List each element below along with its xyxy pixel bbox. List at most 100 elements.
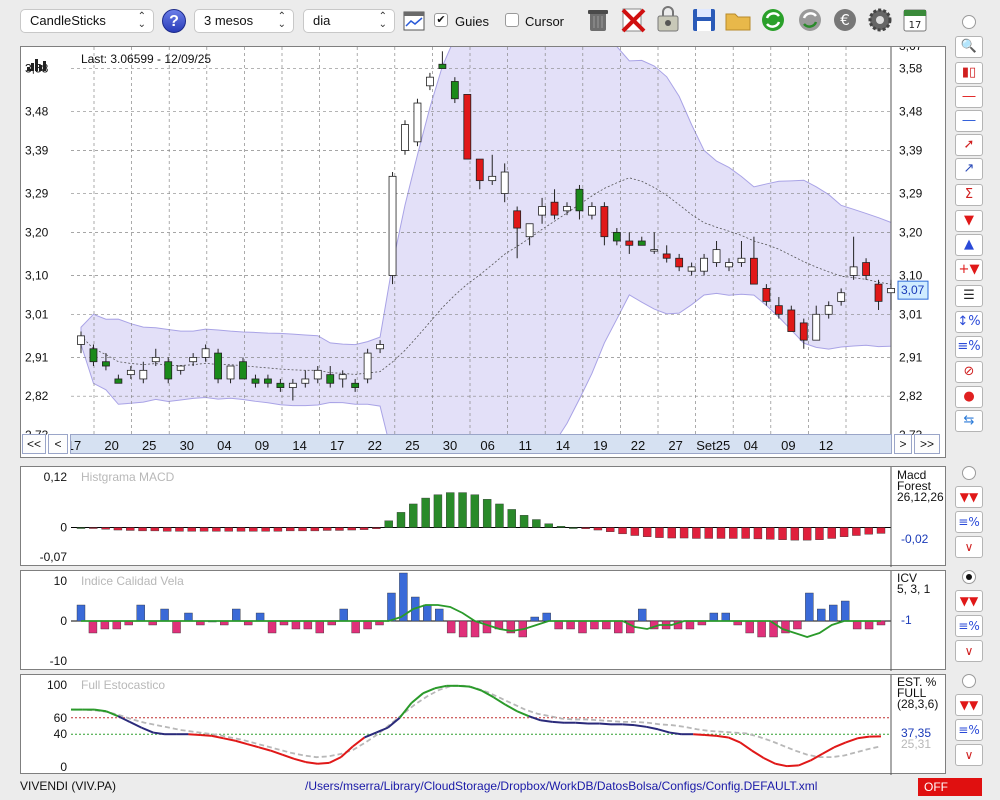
macd-bar	[655, 527, 664, 538]
nav-first-button[interactable]: <<	[22, 434, 46, 454]
interval-select[interactable]: dia ⌃ ⌄	[303, 9, 395, 33]
nav-prev-button[interactable]: <	[48, 434, 68, 454]
channel-icon: ↗	[963, 161, 975, 176]
macd-title: Histgrama MACD	[81, 470, 175, 484]
macd-add-remove-arrows-button[interactable]: ▼▼	[955, 486, 983, 508]
bars-button[interactable]: ▮▯	[955, 62, 983, 84]
add-arrows-button[interactable]: +▼	[955, 259, 983, 281]
cloud-refresh-icon[interactable]	[796, 6, 824, 34]
macd-bar	[458, 492, 467, 528]
price-panel: 3,583,583,483,483,393,393,293,293,203,20…	[20, 46, 946, 458]
candle-body	[538, 206, 546, 216]
add-remove-arrows-icon: ▼▼	[959, 490, 979, 504]
horizontal-line-blue-button[interactable]: ―	[955, 110, 983, 132]
log-percent-button[interactable]: ≡%	[955, 336, 983, 358]
bars-icon-bar	[31, 63, 34, 71]
trendline-button[interactable]: ➚	[955, 134, 983, 156]
save-icon[interactable]	[690, 6, 718, 34]
price-chart[interactable]: 3,583,583,483,483,393,393,293,293,203,20…	[21, 47, 947, 435]
arrow-up-blue-button[interactable]: ▲	[955, 234, 983, 256]
icv-curve-button[interactable]: ∨	[955, 640, 983, 662]
indicator-params: 26,12,26	[897, 490, 944, 504]
zoom-button[interactable]: 🔍	[955, 36, 983, 58]
icv-bar	[840, 600, 850, 622]
no-button[interactable]: ⊘	[955, 361, 983, 383]
arrow-down-red-button[interactable]: ▼	[955, 210, 983, 232]
macd-bar	[76, 527, 86, 529]
scale-percent-button[interactable]: ↕%	[955, 311, 983, 333]
help-button[interactable]: ?	[162, 9, 186, 33]
macd-bar	[778, 527, 787, 540]
x-axis-label: 06	[480, 438, 494, 453]
macd-curve-button[interactable]: ∨	[955, 536, 983, 558]
y-axis-label-left: 2,82	[25, 389, 49, 403]
stochastic-k-segment	[223, 737, 236, 742]
stochastic-curve-button[interactable]: ∨	[955, 744, 983, 766]
refresh-icon[interactable]	[759, 6, 787, 34]
icv-bar	[112, 620, 122, 630]
stochastic-k-segment	[540, 719, 553, 723]
macd-bar	[593, 527, 603, 531]
currency-icon[interactable]: €	[831, 6, 859, 34]
nav-next-button[interactable]: >	[894, 434, 912, 454]
candle-body	[114, 378, 123, 384]
icv-bar	[685, 620, 695, 630]
panel-radio-icv[interactable]	[962, 570, 976, 584]
y-axis-label-right: 2,82	[899, 389, 923, 403]
icv-add-remove-arrows-button[interactable]: ▼▼	[955, 590, 983, 612]
stochastic-k-segment	[528, 715, 541, 722]
candle-body	[189, 356, 198, 363]
guides-checkbox[interactable]: ✔	[434, 13, 448, 27]
config-path-link[interactable]: /Users/mserra/Library/CloudStorage/Dropb…	[305, 779, 817, 793]
curve-icon: ∨	[964, 748, 974, 762]
macd-chart[interactable]: 0,120-0,07Histgrama MACD MacdForest26,12,…	[21, 467, 947, 567]
settings-icon[interactable]	[866, 6, 894, 34]
fibonacci-button[interactable]: Σ	[955, 184, 983, 206]
trash-icon[interactable]	[584, 6, 612, 34]
macd-percent-lines-button[interactable]: ≡%	[955, 511, 983, 533]
cursor-checkbox[interactable]	[505, 13, 519, 27]
candle-body	[301, 378, 310, 384]
record-button[interactable]: ●	[955, 386, 983, 408]
stochastic-k-segment	[458, 684, 471, 688]
stochastic-add-remove-arrows-button[interactable]: ▼▼	[955, 694, 983, 716]
stochastic-chart[interactable]: 10060400Full Estocastico EST. %FULL(28,3,…	[21, 675, 947, 775]
stochastic-k-segment	[387, 717, 401, 729]
panel-radio-stochastic[interactable]	[962, 674, 976, 688]
macd-bar	[236, 527, 246, 532]
symbol-label: VIVENDI (VIV.PA)	[20, 779, 117, 793]
candle-body	[575, 188, 584, 212]
grid-lines-button[interactable]: ☰	[955, 285, 983, 307]
sync-button[interactable]: ⇆	[955, 410, 983, 432]
chart-window-icon[interactable]	[403, 10, 425, 32]
folder-icon[interactable]	[724, 6, 752, 34]
bollinger-band	[80, 47, 892, 435]
icv-y-label: -10	[50, 654, 68, 668]
chart-type-select[interactable]: CandleSticks ⌃ ⌄	[20, 9, 154, 33]
horizontal-line-red-button[interactable]: ―	[955, 86, 983, 108]
icv-current-value: -1	[901, 613, 912, 627]
channel-button[interactable]: ↗	[955, 158, 983, 180]
candle-body	[388, 175, 397, 276]
y-axis-label-right: 3,48	[899, 105, 923, 119]
panel-radio-main[interactable]	[962, 15, 976, 29]
icv-percent-lines-button[interactable]: ≡%	[955, 615, 983, 637]
nav-last-button[interactable]: >>	[914, 434, 940, 454]
panel-radio-macd[interactable]	[962, 466, 976, 480]
nav-next-label: >	[899, 437, 907, 451]
macd-bar	[642, 527, 652, 537]
state-badge[interactable]: OFF	[918, 778, 982, 796]
icv-bar	[303, 620, 313, 630]
macd-bar	[286, 527, 295, 532]
stochastic-percent-lines-button[interactable]: ≡%	[955, 719, 983, 741]
date-axis[interactable]: 17 20 25 30 04 09 14 17 22 25 30 06 11 14 19 22 27 Set25 0…	[67, 434, 892, 454]
calendar-icon[interactable]: 17	[901, 6, 929, 34]
icv-chart[interactable]: 100-10Indice Calidad Vela ICV5, 3, 1-1	[21, 571, 947, 671]
period-select[interactable]: 3 mesos ⌃ ⌄	[194, 9, 294, 33]
candle-body	[612, 231, 621, 242]
delete-icon[interactable]	[619, 6, 647, 34]
candle	[363, 348, 372, 384]
candle-body	[126, 369, 135, 376]
macd-bar	[396, 512, 406, 528]
lock-icon[interactable]	[654, 6, 682, 34]
